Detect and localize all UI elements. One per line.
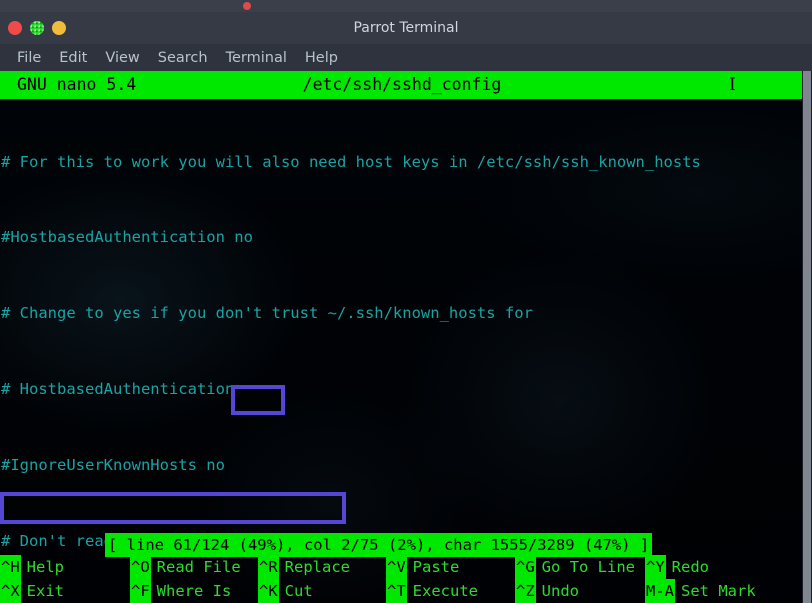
shortcut-label: Set Mark: [681, 582, 756, 600]
screen: Parrot Terminal File Edit View Search Te…: [0, 0, 812, 603]
nano-editor-area[interactable]: # For this to work you will also need ho…: [0, 99, 804, 603]
shortcut-label: Read File: [156, 558, 241, 576]
shortcut-set-mark[interactable]: M-A Set Mark: [645, 579, 756, 603]
shortcut-paste[interactable]: ^V Paste: [386, 555, 459, 579]
menu-item-edit[interactable]: Edit: [50, 48, 96, 68]
nano-status-line: [ line 61/124 (49%), col 2/75 (2%), char…: [105, 533, 653, 557]
maximize-button-icon[interactable]: [52, 21, 66, 35]
nano-shortcut-bar: ^H Help ^O Read File ^R Replace ^V Paste…: [0, 555, 804, 603]
shortcut-label: Cut: [284, 582, 313, 600]
window-controls: [8, 21, 66, 35]
shortcut-key: ^G: [515, 555, 536, 579]
shortcut-key: M-A: [645, 579, 675, 603]
menu-item-terminal[interactable]: Terminal: [217, 48, 296, 68]
editor-line: #IgnoreUserKnownHosts no: [1, 456, 225, 475]
shortcut-label: Replace: [284, 558, 350, 576]
shortcut-key: ^X: [0, 579, 21, 603]
shortcut-key: ^K: [258, 579, 279, 603]
shortcut-label: Help: [26, 558, 64, 576]
shortcut-redo[interactable]: ^Y Redo: [645, 555, 709, 579]
shortcut-key: ^T: [386, 579, 407, 603]
nano-filename-label: /etc/ssh/sshd_config: [302, 75, 502, 94]
recording-indicator-icon: [243, 2, 251, 10]
shortcut-key: ^O: [130, 555, 151, 579]
menu-item-help[interactable]: Help: [296, 48, 347, 68]
desktop-top-strip: [0, 0, 812, 12]
shortcut-help[interactable]: ^H Help: [0, 555, 64, 579]
shortcut-key: ^R: [258, 555, 279, 579]
minimize-button-icon[interactable]: [30, 21, 44, 35]
shortcut-exit[interactable]: ^X Exit: [0, 579, 64, 603]
shortcut-label: Undo: [541, 582, 579, 600]
menubar: File Edit View Search Terminal Help: [0, 44, 812, 71]
shortcut-label: Go To Line: [541, 558, 635, 576]
shortcut-key: ^F: [130, 579, 151, 603]
terminal-scrollbar-thumb[interactable]: [803, 71, 811, 603]
shortcut-execute[interactable]: ^T Execute: [386, 579, 478, 603]
editor-line: #HostbasedAuthentication no: [1, 228, 253, 247]
editor-line: # For this to work you will also need ho…: [1, 152, 701, 171]
menu-item-file[interactable]: File: [8, 48, 50, 68]
shortcut-label: Where Is: [156, 582, 232, 600]
menu-item-search[interactable]: Search: [149, 48, 217, 68]
shortcut-row-1: ^H Help ^O Read File ^R Replace ^V Paste…: [0, 555, 804, 579]
shortcut-key: ^Z: [515, 579, 536, 603]
shortcut-read-file[interactable]: ^O Read File: [130, 555, 241, 579]
shortcut-replace[interactable]: ^R Replace: [258, 555, 350, 579]
shortcut-label: Paste: [412, 558, 460, 576]
window-titlebar[interactable]: Parrot Terminal: [0, 12, 812, 44]
shortcut-label: Exit: [26, 582, 64, 600]
shortcut-key: ^H: [0, 555, 21, 579]
editor-line: # HostbasedAuthentication: [1, 380, 235, 399]
shortcut-cut[interactable]: ^K Cut: [258, 579, 313, 603]
nano-titlebar: GNU nano 5.4 /etc/ssh/sshd_config I: [0, 71, 804, 99]
window-title: Parrot Terminal: [353, 20, 459, 36]
mouse-ibeam-cursor-icon: I: [729, 75, 736, 95]
shortcut-label: Redo: [671, 558, 709, 576]
menu-item-view[interactable]: View: [96, 48, 148, 68]
close-button-icon[interactable]: [8, 21, 22, 35]
shortcut-label: Execute: [412, 582, 478, 600]
terminal-scrollbar[interactable]: [802, 71, 812, 603]
shortcut-undo[interactable]: ^Z Undo: [515, 579, 579, 603]
shortcut-go-to-line[interactable]: ^G Go To Line: [515, 555, 635, 579]
terminal-body[interactable]: GNU nano 5.4 /etc/ssh/sshd_config I # Fo…: [0, 71, 812, 603]
shortcut-key: ^V: [386, 555, 407, 579]
editor-line: # Change to yes if you don't trust ~/.ss…: [1, 304, 533, 323]
shortcut-key: ^Y: [645, 555, 666, 579]
shortcut-where-is[interactable]: ^F Where Is: [130, 579, 231, 603]
shortcut-row-2: ^X Exit ^F Where Is ^K Cut ^T Execute ^Z: [0, 579, 804, 603]
